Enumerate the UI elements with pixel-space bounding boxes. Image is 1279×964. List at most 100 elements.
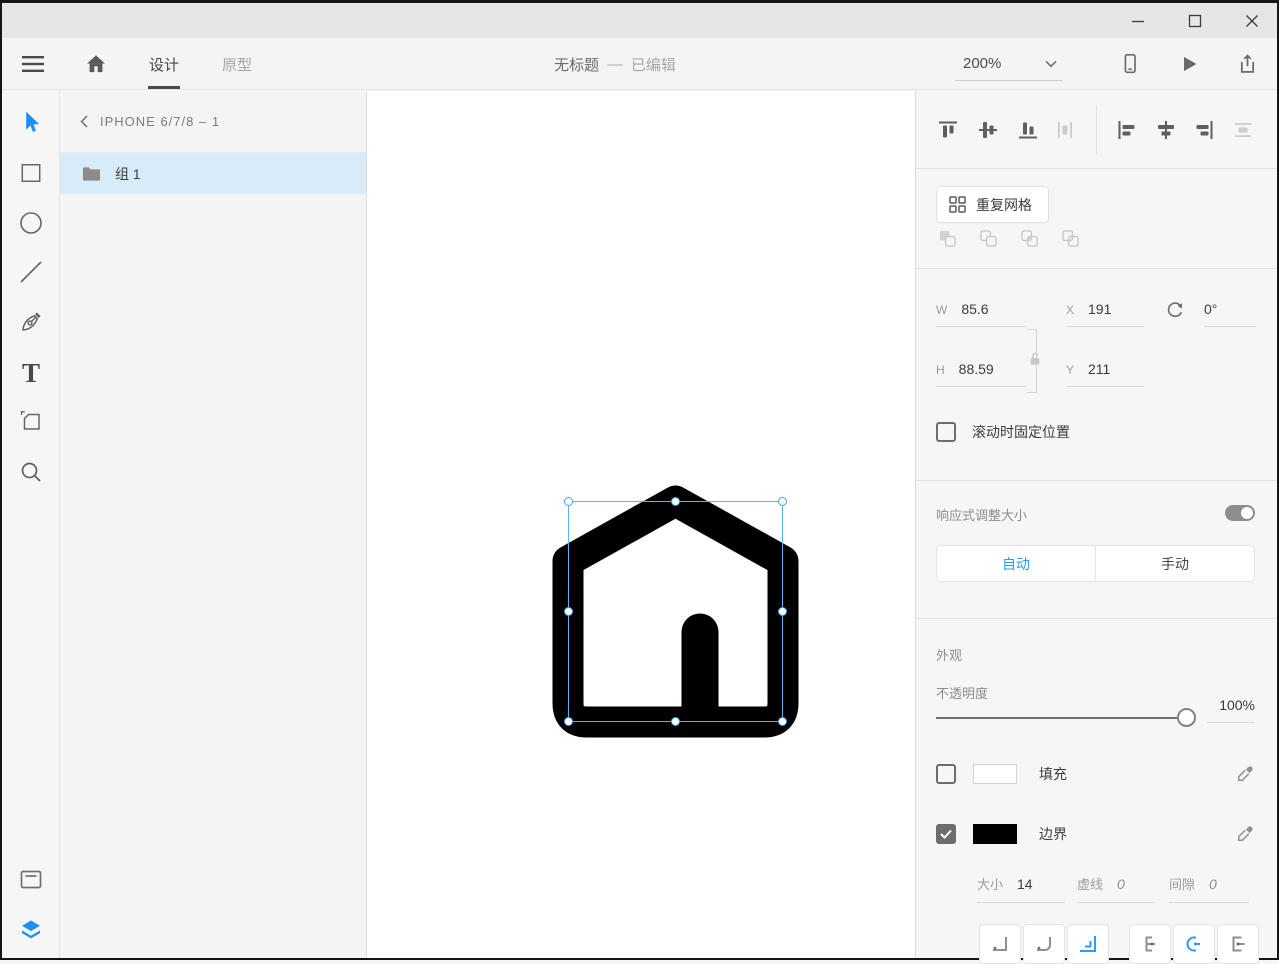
boolean-intersect-icon[interactable] <box>1020 229 1039 248</box>
align-left-button[interactable] <box>1112 115 1142 145</box>
opacity-slider-knob[interactable] <box>1177 708 1196 727</box>
cap-projecting-icon <box>1226 932 1250 956</box>
layers-breadcrumb[interactable]: IPHONE 6/7/8 – 1 <box>60 91 366 153</box>
document-status: 已编辑 <box>631 54 676 75</box>
assets-panel-icon <box>19 869 43 891</box>
border-cap-butt-button[interactable] <box>1129 924 1171 964</box>
tool-rectangle[interactable] <box>17 159 45 187</box>
checkmark-icon <box>940 829 952 839</box>
selection-handle-top-left[interactable] <box>564 497 573 506</box>
rotation-button[interactable] <box>1160 295 1190 325</box>
breadcrumb-label: IPHONE 6/7/8 – 1 <box>100 114 220 129</box>
layer-item-group1[interactable]: 组 1 <box>60 153 366 194</box>
minimize-button[interactable] <box>1116 3 1160 38</box>
border-dash-field[interactable]: 虚线 0 <box>1077 874 1155 903</box>
distribute-horizontal-button[interactable] <box>1050 115 1080 145</box>
align-right-button[interactable] <box>1189 115 1219 145</box>
selection-handle-top-center[interactable] <box>671 497 680 506</box>
align-horizontal-center-button[interactable] <box>1151 115 1181 145</box>
fill-color-swatch[interactable] <box>973 764 1017 784</box>
border-checkbox[interactable] <box>936 824 956 844</box>
tool-text[interactable]: T <box>17 359 45 387</box>
tool-select[interactable] <box>17 108 45 136</box>
boolean-add-icon[interactable] <box>938 229 957 248</box>
canvas-artboard[interactable] <box>367 91 915 958</box>
opacity-slider-track[interactable] <box>936 717 1178 719</box>
rotation-field[interactable]: 0° <box>1204 301 1256 327</box>
x-value: 191 <box>1088 301 1111 317</box>
border-cap-round-button[interactable] <box>1173 924 1215 964</box>
zoom-level-value: 200% <box>963 55 1001 72</box>
border-gap-value: 0 <box>1209 876 1217 892</box>
border-cap-projecting-button[interactable] <box>1217 924 1259 964</box>
border-join-round-button[interactable] <box>1023 924 1065 964</box>
fill-row: 填充 <box>936 762 1255 786</box>
border-gap-field[interactable]: 间隙 0 <box>1169 874 1249 903</box>
border-join-miter-button[interactable] <box>979 924 1021 964</box>
selection-handle-middle-right[interactable] <box>778 607 787 616</box>
boolean-subtract-icon[interactable] <box>979 229 998 248</box>
tool-pen[interactable] <box>17 308 45 336</box>
repeat-grid-button[interactable]: 重复网格 <box>936 186 1049 223</box>
appearance-section: 外观 不透明度 100% 填充 <box>916 619 1277 959</box>
selection-handle-bottom-left[interactable] <box>564 717 573 726</box>
tab-prototype[interactable]: 原型 <box>215 38 259 90</box>
document-title-text: 无标题 <box>554 54 599 75</box>
tool-line[interactable] <box>17 258 45 286</box>
fill-checkbox[interactable] <box>936 764 956 784</box>
selection-handle-bottom-right[interactable] <box>778 717 787 726</box>
align-vertical-center-icon <box>976 118 1000 142</box>
tool-zoom[interactable] <box>17 458 45 486</box>
opacity-label: 不透明度 <box>936 683 988 702</box>
opacity-field[interactable]: 100% <box>1207 697 1255 723</box>
responsive-manual-button[interactable]: 手动 <box>1096 546 1254 581</box>
close-button[interactable] <box>1230 3 1274 38</box>
width-value: 85.6 <box>961 301 988 317</box>
share-button[interactable] <box>1231 38 1263 90</box>
pen-icon <box>19 310 43 334</box>
selection-handle-top-right[interactable] <box>778 497 787 506</box>
fixed-on-scroll-checkbox[interactable] <box>936 422 956 442</box>
fill-eyedropper-icon[interactable] <box>1235 764 1255 784</box>
align-horizontal-center-icon <box>1154 118 1178 142</box>
tool-ellipse[interactable] <box>17 209 45 237</box>
tool-artboard[interactable] <box>17 407 45 435</box>
device-preview-button[interactable] <box>1114 38 1146 90</box>
responsive-resize-toggle[interactable] <box>1225 505 1255 521</box>
selection-handle-middle-left[interactable] <box>564 607 573 616</box>
align-bottom-button[interactable] <box>1013 115 1043 145</box>
tab-design[interactable]: 设计 <box>142 38 186 90</box>
zoom-level-dropdown[interactable]: 200% <box>955 47 1063 81</box>
select-arrow-icon <box>19 110 43 134</box>
height-field[interactable]: H 88.59 <box>936 361 1026 387</box>
selection-handle-bottom-center[interactable] <box>671 717 680 726</box>
boolean-exclude-icon[interactable] <box>1061 229 1080 248</box>
minimize-icon <box>1131 14 1145 28</box>
appearance-label: 外观 <box>936 645 962 664</box>
width-field[interactable]: W 85.6 <box>936 301 1026 327</box>
distribute-vertical-button[interactable] <box>1228 115 1258 145</box>
transform-section: W 85.6 X 191 <box>916 269 1277 481</box>
folder-icon <box>82 166 101 182</box>
maximize-button[interactable] <box>1173 3 1217 38</box>
layers-panel-button[interactable] <box>17 916 45 944</box>
border-color-swatch[interactable] <box>973 824 1017 844</box>
responsive-manual-label: 手动 <box>1161 554 1189 574</box>
rectangle-icon <box>20 162 42 184</box>
align-vertical-center-button[interactable] <box>973 115 1003 145</box>
border-join-bevel-button[interactable] <box>1067 924 1109 964</box>
inspector-panel: 重复网格 W 85.6 <box>915 91 1277 958</box>
responsive-resize-label: 响应式调整大小 <box>936 505 1027 524</box>
lock-ratio-icon[interactable] <box>1029 351 1041 371</box>
toggle-knob <box>1241 507 1253 519</box>
align-top-button[interactable] <box>933 115 963 145</box>
home-button[interactable] <box>80 38 112 90</box>
assets-panel-button[interactable] <box>17 866 45 894</box>
border-size-field[interactable]: 大小 14 <box>977 874 1065 903</box>
border-eyedropper-icon[interactable] <box>1235 824 1255 844</box>
preview-play-button[interactable] <box>1173 38 1205 90</box>
y-field[interactable]: Y 211 <box>1066 361 1144 387</box>
hamburger-menu-button[interactable] <box>16 38 50 90</box>
x-field[interactable]: X 191 <box>1066 301 1144 327</box>
responsive-auto-button[interactable]: 自动 <box>937 546 1096 581</box>
